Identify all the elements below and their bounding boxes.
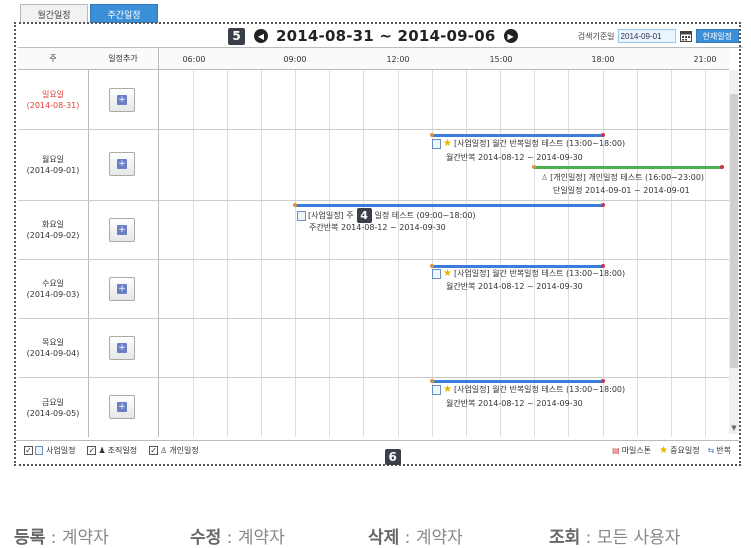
hour-label: 15:00 (489, 54, 513, 64)
add-schedule-button[interactable]: + (109, 152, 135, 176)
document-icon (432, 268, 441, 279)
hour-label: 06:00 (182, 54, 206, 64)
legend-bar: ✓ 사업일정 ✓ ♟ 조직일정 ✓ ♙ 개인일정 6 ▤ 마일스톤 ★ 중요일정 ⇆ 반복 (16, 440, 739, 465)
person-icon: ♙ (541, 173, 549, 182)
event-title[interactable]: ★ [사업일정] 월간 반복일정 테스트 (13:00~18:00) (432, 138, 625, 149)
star-icon: ★ (443, 384, 452, 395)
event-title[interactable]: [사업일정] 주 4 일정 테스트 (09:00~18:00) (297, 208, 476, 223)
event-subtitle: 월간반복 2014-08-12 ~ 2014-09-30 (446, 399, 583, 408)
callout-marker-6: 6 (384, 449, 401, 465)
person-icon: ♙ (160, 446, 168, 455)
add-icon: + (117, 283, 127, 294)
callout-marker-4: 4 (356, 208, 372, 223)
star-icon: ★ (443, 268, 452, 279)
event-bar-personal[interactable] (532, 165, 724, 169)
next-week-icon[interactable]: ▶ (503, 29, 518, 43)
current-schedule-button[interactable]: 현재일정 (695, 29, 739, 43)
event-bar[interactable] (293, 203, 605, 207)
calendar-icon[interactable] (679, 30, 692, 42)
day-label: 일요일 (2014-08-31) (26, 90, 80, 110)
day-row-sun: 일요일 (2014-08-31) + (18, 71, 729, 130)
group-icon: ♟ (98, 446, 106, 455)
document-icon (432, 138, 441, 149)
event-title[interactable]: ★ [사업일정] 월간 반복일정 테스트 (13:00~18:00) (432, 384, 625, 395)
star-icon: ★ (659, 445, 669, 456)
add-schedule-button[interactable]: + (109, 218, 135, 242)
tab-monthly[interactable]: 월간일정 (20, 4, 88, 23)
legend-important: ★ 중요일정 (659, 445, 700, 456)
search-date-input[interactable] (617, 29, 676, 43)
scroll-down-icon[interactable]: ▼ (729, 424, 739, 432)
document-icon (297, 210, 306, 221)
permission-view: 조회 : 모든 사용자 (549, 528, 681, 548)
filter-personal[interactable]: ✓ ♙ 개인일정 (149, 445, 199, 456)
event-bar[interactable] (430, 133, 605, 137)
event-bar[interactable] (430, 379, 605, 383)
add-icon: + (117, 224, 127, 235)
tab-weekly[interactable]: 주간일정 (90, 4, 158, 23)
add-icon: + (117, 342, 127, 353)
hour-label: 21:00 (693, 54, 717, 64)
search-date-label: 검색기준일 (577, 31, 615, 41)
add-icon: + (117, 94, 127, 105)
view-tabs: 월간일정 주간일정 (20, 4, 158, 23)
day-label: 월요일 (2014-09-01) (26, 155, 80, 175)
checkbox-icon: ✓ (87, 446, 97, 455)
add-schedule-button[interactable]: + (109, 395, 135, 419)
day-label: 목요일 (2014-09-04) (26, 338, 80, 358)
repeat-icon: ⇆ (707, 446, 715, 455)
event-subtitle: 월간반복 2014-08-12 ~ 2014-09-30 (446, 153, 583, 162)
day-label: 금요일 (2014-09-05) (26, 398, 80, 418)
hour-label: 18:00 (591, 54, 615, 64)
add-icon: + (117, 158, 127, 169)
event-subtitle: 주간반복 2014-08-12 ~ 2014-09-30 (309, 223, 446, 232)
calendar-header: 5 ◀ 2014-08-31 ~ 2014-09-06 ▶ 검색기준일 현재일정 (16, 25, 739, 47)
callout-marker-5: 5 (228, 27, 245, 45)
scroll-thumb[interactable] (730, 94, 738, 368)
event-subtitle: 단일일정 2014-09-01 ~ 2014-09-01 (553, 186, 690, 195)
date-range-title: 2014-08-31 ~ 2014-09-06 (276, 27, 496, 45)
col-add: 일정추가 (88, 48, 158, 70)
col-week: 주 (18, 48, 88, 70)
weekly-grid: 주 일정추가 06:00 09:00 12:00 15:00 18:00 21:… (18, 47, 743, 437)
permission-register: 등록 : 계약자 (14, 528, 109, 548)
col-hours (159, 48, 729, 70)
checkbox-icon: ✓ (24, 446, 33, 455)
hour-label: 09:00 (283, 54, 307, 64)
add-schedule-button[interactable]: + (109, 277, 135, 301)
hour-label: 12:00 (386, 54, 410, 64)
day-row-thu: 목요일 (2014-09-04) + (18, 319, 729, 378)
star-icon: ★ (443, 138, 452, 149)
filter-org[interactable]: ✓ ♟ 조직일정 (87, 445, 137, 456)
event-title[interactable]: ★ [사업일정] 월간 반복일정 테스트 (13:00~18:00) (432, 268, 625, 279)
milestone-icon: ▤ (612, 446, 620, 455)
document-icon (35, 446, 43, 455)
prev-week-icon[interactable]: ◀ (254, 29, 268, 43)
checkbox-icon: ✓ (149, 446, 159, 455)
filter-business[interactable]: ✓ 사업일정 (24, 445, 75, 456)
add-schedule-button[interactable]: + (109, 88, 135, 112)
permission-edit: 수정 : 계약자 (190, 528, 285, 548)
legend-repeat: ⇆ 반복 (707, 446, 731, 455)
add-schedule-button[interactable]: + (109, 336, 135, 360)
legend-milestone: ▤ 마일스톤 (612, 446, 652, 455)
add-icon: + (117, 401, 127, 412)
event-subtitle: 월간반복 2014-08-12 ~ 2014-09-30 (446, 282, 583, 291)
vertical-scrollbar[interactable]: ▼ (729, 70, 739, 434)
day-label: 수요일 (2014-09-03) (26, 279, 80, 299)
day-label: 화요일 (2014-09-02) (26, 220, 80, 240)
document-icon (432, 384, 441, 395)
event-title[interactable]: ♙ [개인일정] 개인일정 테스트 (16:00~23:00) (541, 172, 704, 183)
permission-delete: 삭제 : 계약자 (368, 528, 463, 548)
